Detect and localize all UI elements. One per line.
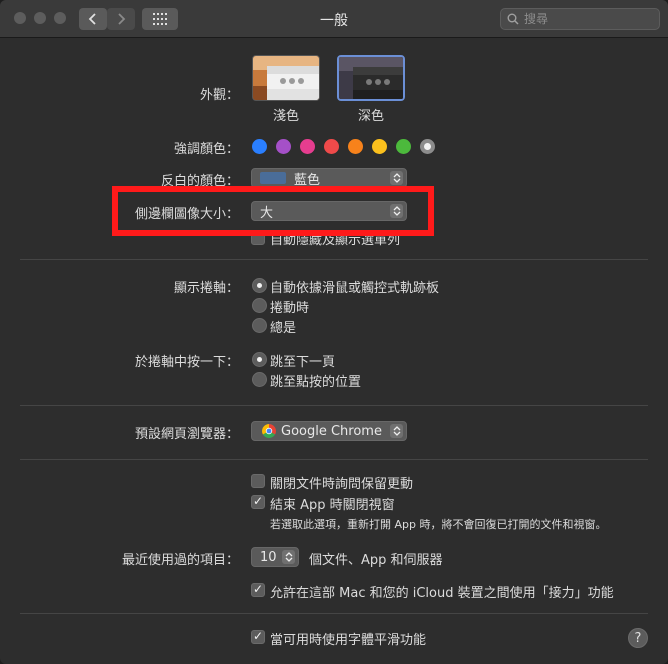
accent-color-swatch[interactable] — [300, 139, 315, 154]
light-theme-preview-icon — [253, 56, 319, 100]
scrollbars-when-scrolling-label[interactable]: 捲動時 — [270, 297, 309, 316]
dark-theme-preview-icon — [339, 57, 403, 99]
popup-arrows-icon — [282, 550, 295, 564]
default-browser-value: Google Chrome — [281, 423, 382, 439]
ask-keep-changes-label[interactable]: 關閉文件時詢問保留更動 — [270, 473, 413, 492]
highlight-color-popup[interactable]: 藍色 — [251, 168, 407, 188]
handoff-checkbox[interactable] — [251, 582, 265, 597]
close-windows-note: 若選取此選項，重新打開 App 時，將不會回復已打開的文件和視窗。 — [270, 518, 607, 531]
recent-items-value: 10 — [260, 549, 277, 565]
accent-color-swatch[interactable] — [348, 139, 363, 154]
accent-color-swatch[interactable] — [324, 139, 339, 154]
ask-keep-changes-checkbox[interactable] — [251, 474, 265, 488]
scrollbars-automatic-label[interactable]: 自動依據滑鼠或觸控式軌跡板 — [270, 277, 439, 296]
light-appearance-thumbnail[interactable] — [252, 55, 320, 101]
scrollbars-automatic-radio[interactable] — [252, 278, 267, 293]
close-windows-checkbox[interactable] — [251, 494, 265, 509]
help-button[interactable]: ? — [628, 628, 648, 648]
accent-color-swatch[interactable] — [372, 139, 387, 154]
selected-dot-icon — [424, 143, 431, 150]
close-windows-label[interactable]: 結束 App 時關閉視窗 — [270, 494, 395, 513]
jump-clicked-spot-label[interactable]: 跳至點按的位置 — [270, 371, 361, 390]
handoff-label[interactable]: 允許在這部 Mac 和您的 iCloud 裝置之間使用「接力」功能 — [270, 582, 614, 601]
highlight-annotation-box — [112, 186, 434, 236]
system-preferences-window: 一般 外觀： 淺色 深色 強調顏色： 反白的顏 — [0, 0, 668, 664]
scrollbars-always-radio[interactable] — [252, 318, 267, 333]
accent-color-label: 強調顏色： — [173, 142, 239, 157]
dark-appearance-label[interactable]: 深色 — [337, 105, 405, 124]
appearance-label: 外觀： — [199, 88, 239, 103]
popup-arrows-icon — [390, 424, 403, 438]
click-scrollbar-label: 於捲軸中按一下： — [134, 355, 239, 370]
accent-color-swatch[interactable] — [276, 139, 291, 154]
section-divider — [20, 613, 648, 614]
search-icon — [507, 13, 519, 25]
accent-color-swatch[interactable] — [396, 139, 411, 154]
section-divider — [20, 259, 648, 260]
jump-next-page-radio[interactable] — [252, 352, 267, 367]
jump-clicked-spot-radio[interactable] — [252, 372, 267, 387]
section-divider — [20, 405, 648, 406]
accent-color-swatch[interactable] — [420, 139, 435, 154]
recent-items-label: 最近使用過的項目： — [121, 553, 239, 568]
default-browser-label: 預設網頁瀏覽器： — [134, 427, 239, 442]
font-smoothing-label[interactable]: 當可用時使用字體平滑功能 — [270, 629, 426, 648]
show-scrollbars-label: 顯示捲軸： — [173, 281, 239, 296]
search-field[interactable] — [500, 8, 660, 30]
light-appearance-label[interactable]: 淺色 — [252, 105, 320, 124]
scrollbars-when-scrolling-radio[interactable] — [252, 298, 267, 313]
search-input[interactable] — [524, 12, 654, 26]
highlight-color-swatch — [260, 172, 286, 184]
chrome-icon — [262, 424, 276, 438]
font-smoothing-checkbox[interactable] — [251, 629, 265, 644]
highlight-color-value: 藍色 — [294, 172, 321, 188]
recent-items-popup[interactable]: 10 — [251, 547, 299, 567]
popup-arrows-icon — [390, 171, 403, 185]
scrollbars-always-label[interactable]: 總是 — [270, 317, 296, 336]
accent-color-swatch[interactable] — [252, 139, 267, 154]
jump-next-page-label[interactable]: 跳至下一頁 — [270, 351, 335, 370]
recent-items-suffix: 個文件、App 和伺服器 — [309, 553, 443, 568]
section-divider — [20, 459, 648, 460]
default-browser-popup[interactable]: Google Chrome — [251, 421, 407, 441]
title-bar: 一般 — [0, 0, 668, 38]
dark-appearance-thumbnail[interactable] — [337, 55, 405, 101]
